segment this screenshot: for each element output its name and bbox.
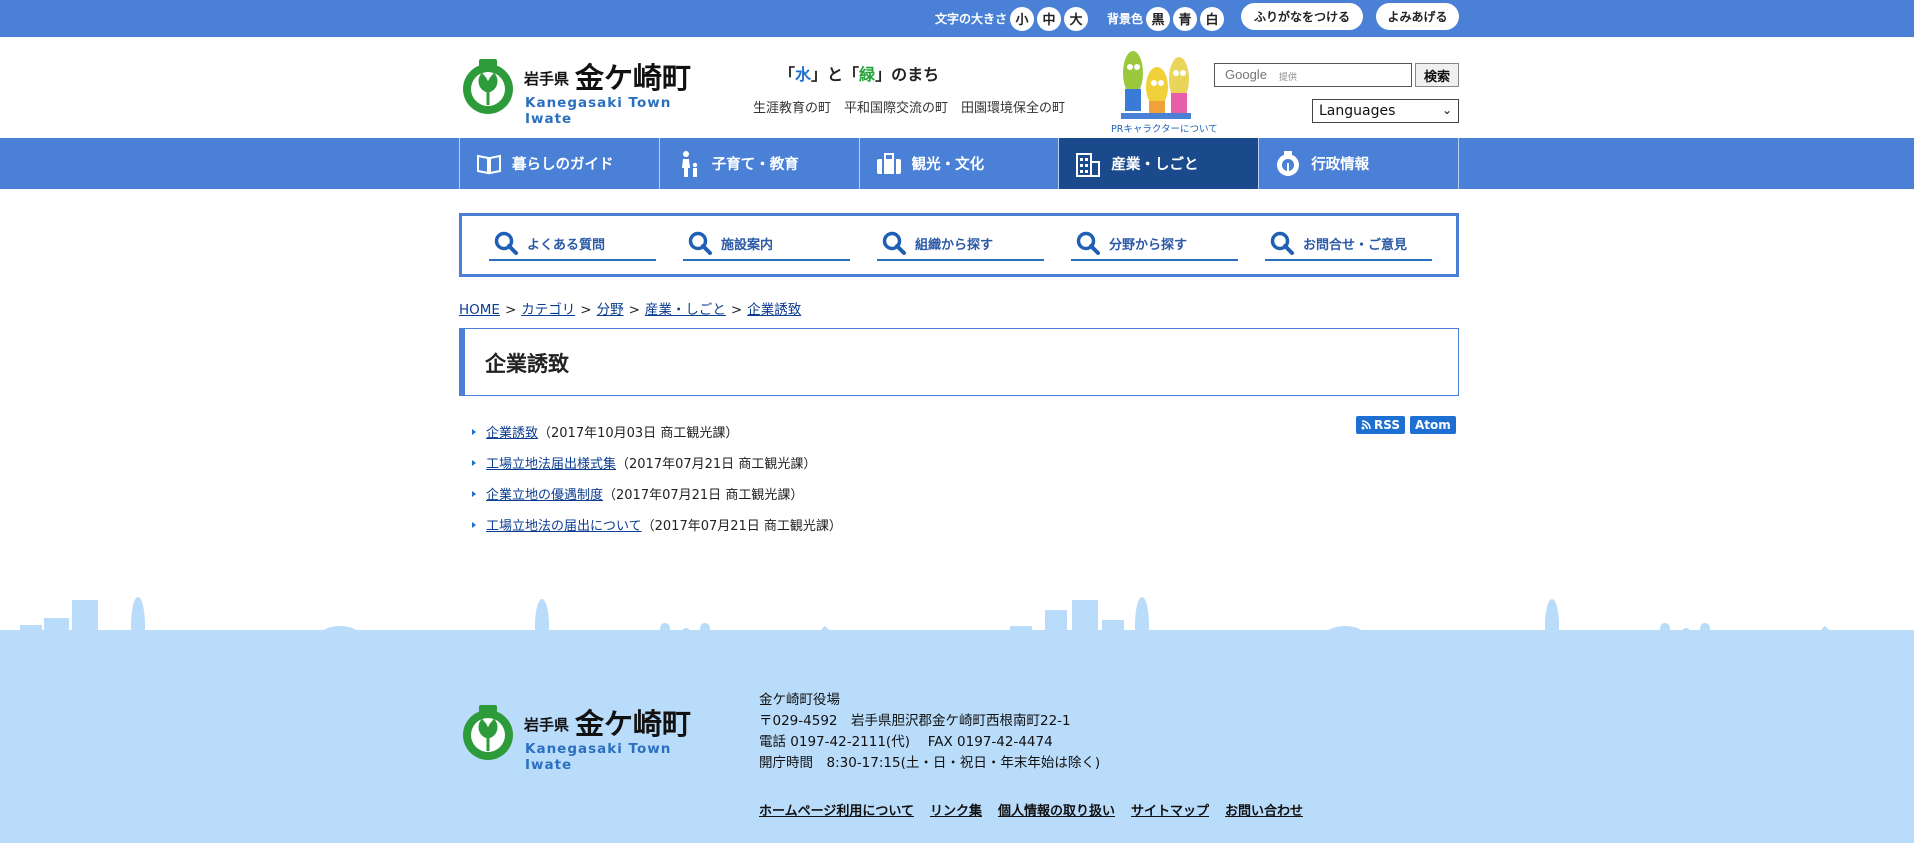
search-icon (1270, 231, 1294, 255)
breadcrumb-field[interactable]: 分野 (597, 302, 624, 318)
logo-prefecture: 岩手県 (524, 69, 570, 88)
search-button[interactable]: 検索 (1415, 63, 1459, 87)
article-link[interactable]: 工場立地法届出様式集 (486, 453, 616, 472)
footer-link-sitemap[interactable]: サイトマップ (1131, 800, 1209, 819)
gnav-item-administration[interactable]: 行政情報 (1258, 138, 1459, 189)
search-icon (494, 231, 518, 255)
parent-child-icon (676, 150, 702, 177)
town-tagline: 「水」と「緑」のまち (779, 65, 940, 84)
bg-color-control: 背景色 黒 青 白 (1107, 0, 1225, 37)
town-emblem-icon (463, 59, 513, 114)
article-meta: （2017年07月21日 商工観光課） (641, 519, 842, 534)
readaloud-button[interactable]: よみあげる (1376, 3, 1459, 30)
footer-logo-prefecture: 岩手県 (524, 715, 570, 734)
list-item: 工場立地法届出様式集 （2017年07月21日 商工観光課） (472, 447, 842, 478)
list-item: 企業誘致 （2017年10月03日 商工観光課） (472, 416, 842, 447)
search-by-organization-link[interactable]: 組織から探す (877, 227, 1044, 261)
footer-logo[interactable]: 岩手県 金ケ崎町 Kanegasaki Town Iwate (462, 705, 691, 773)
chevron-down-icon: ⌄ (1441, 103, 1452, 117)
list-item: 企業立地の優遇制度 （2017年07月21日 商工観光課） (472, 478, 842, 509)
gnav-item-childcare[interactable]: 子育て・教育 (658, 138, 859, 189)
article-meta: （2017年10月03日 商工観光課） (538, 426, 739, 441)
footer-address: 金ケ崎町役場 〒029-4592 岩手県胆沢郡金ケ崎町西根南町22-1 電話 0… (759, 690, 1100, 774)
search-icon (882, 231, 906, 255)
town-emblem-icon (463, 705, 513, 760)
bg-black-button[interactable]: 黒 (1146, 6, 1171, 31)
footer-phone: 電話 0197-42-2111(代) FAX 0197-42-4474 (759, 734, 1053, 750)
font-size-label-text: 文字の大きさ (935, 12, 1008, 26)
footer-links: ホームページ利用について リンク集 個人情報の取り扱い サイトマップ お問い合わ… (759, 800, 1303, 819)
breadcrumb-home[interactable]: HOME (459, 302, 500, 318)
list-item: 工場立地法の届出について （2017年07月21日 商工観光課） (472, 509, 842, 540)
furigana-button[interactable]: ふりがなをつける (1241, 3, 1363, 30)
town-emblem-icon (1275, 150, 1301, 177)
site-search-input[interactable]: Google 提供 (1214, 63, 1412, 87)
atom-button[interactable]: Atom (1410, 416, 1456, 434)
book-icon (476, 151, 502, 177)
gnav-item-living-guide[interactable]: 暮らしのガイド (459, 138, 659, 189)
rss-button[interactable]: RSS (1356, 416, 1405, 434)
bg-white-button[interactable]: 白 (1200, 6, 1225, 31)
article-meta: （2017年07月21日 商工観光課） (616, 457, 817, 472)
page-title-box: 企業誘致 (459, 328, 1459, 396)
footer-hours: 開庁時間 8:30-17:15(土・日・祝日・年末年始は除く) (759, 755, 1101, 771)
contact-opinion-link[interactable]: お問合せ・ご意見 (1265, 227, 1432, 261)
font-size-small-button[interactable]: 小 (1010, 6, 1035, 31)
footer-link-links[interactable]: リンク集 (930, 800, 982, 819)
mascot-characters-icon[interactable] (1113, 43, 1199, 133)
breadcrumb: HOME > カテゴリ > 分野 > 産業・しごと > 企業誘致 (459, 302, 802, 318)
bullet-icon (472, 490, 476, 497)
search-icon (688, 231, 712, 255)
article-link[interactable]: 工場立地法の届出について (486, 515, 642, 534)
language-select[interactable]: Languages ⌄ (1312, 99, 1459, 123)
breadcrumb-current[interactable]: 企業誘致 (747, 302, 801, 318)
building-icon (1075, 151, 1101, 177)
bullet-icon (472, 521, 476, 528)
feed-links: RSS Atom (1356, 416, 1456, 434)
utility-bar: 文字の大きさ 小 中 大 背景色 黒 青 白 ふりがなをつける よみあげる (0, 0, 1914, 37)
search-shortcuts: よくある質問 施設案内 組織から探す 分野から探す お問合せ・ご意見 (459, 213, 1459, 277)
font-size-large-button[interactable]: 大 (1064, 6, 1089, 31)
footer-logo-town-name: 金ケ崎町 (575, 707, 692, 741)
breadcrumb-industry[interactable]: 産業・しごと (645, 302, 726, 318)
site-logo[interactable]: 岩手県 金ケ崎町 Kanegasaki Town Iwate (462, 59, 691, 127)
faq-link[interactable]: よくある質問 (489, 227, 656, 261)
article-link[interactable]: 企業誘致 (486, 422, 538, 441)
site-header: 岩手県 金ケ崎町 Kanegasaki Town Iwate 「水」と「緑」のま… (459, 37, 1459, 138)
footer-postal-address: 〒029-4592 岩手県胆沢郡金ケ崎町西根南町22-1 (759, 713, 1071, 729)
article-list: 企業誘致 （2017年10月03日 商工観光課） 工場立地法届出様式集 （201… (472, 416, 842, 540)
bg-color-label: 背景色 (1107, 12, 1144, 26)
breadcrumb-category[interactable]: カテゴリ (521, 302, 575, 318)
article-meta: （2017年07月21日 商工観光課） (603, 488, 804, 503)
footer-link-contact[interactable]: お問い合わせ (1225, 800, 1303, 819)
google-provided-label: 提供 (1279, 73, 1298, 83)
article-link[interactable]: 企業立地の優遇制度 (486, 484, 603, 503)
town-skyline-illustration (0, 597, 1914, 660)
rss-icon (1361, 420, 1371, 430)
font-size-medium-button[interactable]: 中 (1037, 6, 1062, 31)
bullet-icon (472, 459, 476, 466)
search-by-field-link[interactable]: 分野から探す (1071, 227, 1238, 261)
search-icon (1076, 231, 1100, 255)
footer-office-name: 金ケ崎町役場 (759, 692, 840, 708)
footer-logo-roman-name: Kanegasaki Town Iwate (525, 741, 672, 773)
town-subtagline: 生涯教育の町 平和国際交流の町 田園環境保全の町 (753, 101, 1066, 116)
suitcase-icon (876, 151, 902, 177)
bullet-icon (472, 428, 476, 435)
gnav-item-tourism[interactable]: 観光・文化 (858, 138, 1059, 189)
gnav-item-industry[interactable]: 産業・しごと (1058, 138, 1259, 189)
facility-guide-link[interactable]: 施設案内 (683, 227, 850, 261)
footer-link-site-usage[interactable]: ホームページ利用について (759, 800, 914, 819)
google-label: Google (1225, 67, 1267, 82)
font-size-control: 文字の大きさ 小 中 大 (935, 0, 1089, 37)
page-title: 企業誘致 (485, 352, 569, 376)
global-nav: 暮らしのガイド 子育て・教育 観光・文化 産業・しごと 行政情報 (0, 138, 1914, 189)
logo-roman-name: Kanegasaki Town Iwate (525, 95, 672, 127)
mascot-link[interactable]: PRキャラクターについて (1111, 121, 1218, 135)
bg-blue-button[interactable]: 青 (1173, 6, 1198, 31)
footer-link-privacy[interactable]: 個人情報の取り扱い (998, 800, 1115, 819)
logo-town-name: 金ケ崎町 (575, 61, 692, 95)
